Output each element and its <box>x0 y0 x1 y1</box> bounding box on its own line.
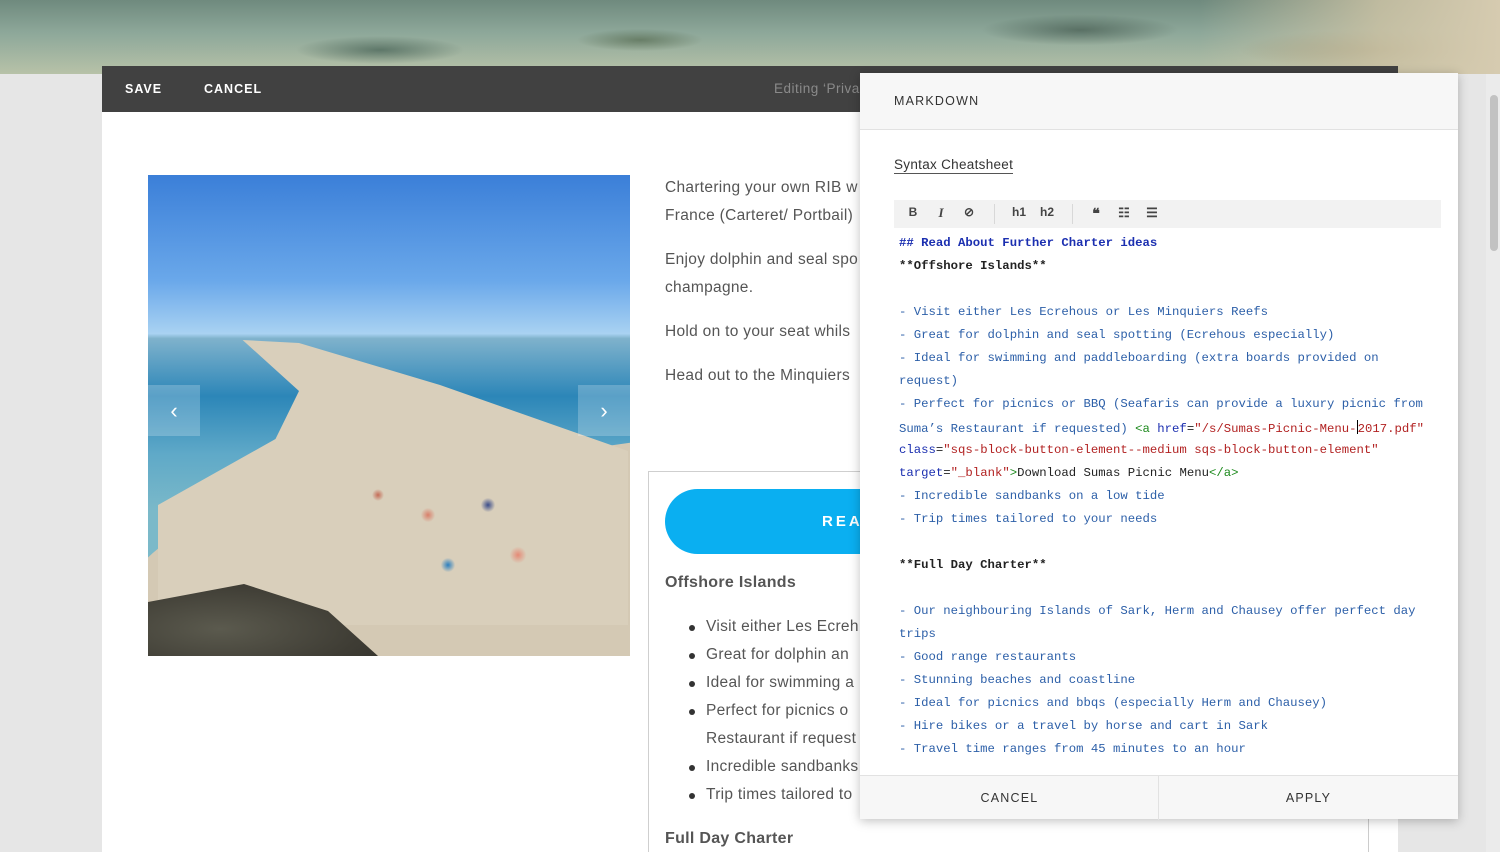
markdown-toolbar: B I ⊘ h1 h2 ❝ ☷ ☰ <box>894 200 1441 228</box>
gallery-image: ‹ › <box>148 175 630 656</box>
code-line: - Ideal for swimming and paddleboarding … <box>899 351 1379 365</box>
code-text: Suma’s Restaurant if requested) <box>899 422 1136 436</box>
read-more-button[interactable]: READ <box>665 489 860 554</box>
syntax-cheatsheet-link[interactable]: Syntax Cheatsheet <box>894 157 1014 174</box>
code-line: class="sqs-block-button-element--medium … <box>899 443 1379 457</box>
bold-button[interactable]: B <box>906 205 920 223</box>
code-line: ## Read About Further Charter ideas <box>899 236 1158 250</box>
bullet-dot <box>689 709 695 715</box>
header-banner-image <box>0 0 1500 74</box>
code-tag: </a> <box>1208 466 1239 480</box>
code-line: **Offshore Islands** <box>899 259 1047 273</box>
code-string: "sqs-block-button-element--medium sqs-bl… <box>943 443 1379 457</box>
apply-button[interactable]: APPLY <box>1159 776 1458 820</box>
code-line: - Perfect for picnics or BBQ (Seafaris c… <box>899 397 1423 411</box>
paragraph: Head out to the Minquiers <box>665 367 850 384</box>
scrollbar-thumb[interactable] <box>1490 95 1498 251</box>
numbered-list-icon[interactable]: ☰ <box>1144 205 1160 223</box>
code-line: - Hire bikes or a travel by horse and ca… <box>899 719 1268 733</box>
quote-icon[interactable]: ❝ <box>1088 205 1104 223</box>
gallery-next-button[interactable]: › <box>578 385 630 436</box>
paragraph: France (Carteret/ Portbail) <box>665 207 854 224</box>
section-title: Offshore Islands <box>665 574 797 591</box>
list-item: Great for dolphin an <box>706 646 850 663</box>
markdown-cancel-button[interactable]: CANCEL <box>860 776 1159 820</box>
code-attr: target <box>899 466 944 480</box>
list-item: Ideal for swimming a <box>706 674 855 691</box>
list-item: Incredible sandbanks <box>706 758 859 775</box>
toolbar-divider <box>994 204 995 224</box>
list-item-continued: Restaurant if request <box>706 730 857 747</box>
section-title: Full Day Charter <box>665 830 794 847</box>
code-tag: <a <box>1135 422 1158 436</box>
sunbathers <box>348 465 568 595</box>
save-button[interactable]: SAVE <box>125 82 162 96</box>
markdown-panel-footer: CANCEL APPLY <box>860 775 1458 820</box>
code-line: **Full Day Charter** <box>899 558 1047 572</box>
chevron-left-icon: ‹ <box>170 397 178 423</box>
code-line: - Ideal for picnics and bbqs (especially… <box>899 696 1328 710</box>
list-item: Visit either Les Ecreh <box>706 618 859 635</box>
code-line: Suma’s Restaurant if requested) <a href=… <box>899 420 1424 436</box>
banner-shore <box>1200 0 1500 74</box>
bullet-dot <box>689 653 695 659</box>
code-attr: class <box>899 443 936 457</box>
markdown-panel-title: MARKDOWN <box>894 94 980 108</box>
paragraph: Chartering your own RIB w <box>665 179 858 196</box>
list-item: Perfect for picnics o <box>706 702 849 719</box>
code-text: Download Sumas Picnic Menu <box>1017 466 1209 480</box>
code-string: "_blank" <box>950 466 1010 480</box>
markdown-textarea[interactable]: ## Read About Further Charter ideas **Of… <box>894 228 1441 773</box>
toolbar-divider <box>1072 204 1073 224</box>
code-line: target="_blank">Download Sumas Picnic Me… <box>899 466 1239 480</box>
code-string: 2017.pdf" <box>1357 422 1424 436</box>
code-line: - Stunning beaches and coastline <box>899 673 1136 687</box>
paragraph: champagne. <box>665 279 754 296</box>
italic-button[interactable]: I <box>934 205 948 223</box>
code-line: - Great for dolphin and seal spotting (E… <box>899 328 1335 342</box>
code-tag: > <box>1009 466 1018 480</box>
h1-button[interactable]: h1 <box>1010 205 1028 223</box>
code-line: - Travel time ranges from 45 minutes to … <box>899 742 1246 756</box>
code-line: - Incredible sandbanks on a low tide <box>899 489 1165 503</box>
code-line: - Our neighbouring Islands of Sark, Herm… <box>899 604 1416 618</box>
markdown-editor-panel: MARKDOWN Syntax Cheatsheet B I ⊘ h1 h2 ❝… <box>860 73 1458 820</box>
list-item: Trip times tailored to <box>706 786 853 803</box>
content-column: Chartering your own RIB w France (Carter… <box>648 170 860 852</box>
cancel-button[interactable]: CANCEL <box>204 82 262 96</box>
gallery-prev-button[interactable]: ‹ <box>148 385 200 436</box>
code-eq: = <box>943 466 951 480</box>
code-attr: href <box>1157 422 1187 436</box>
block-outline-right <box>1368 817 1369 852</box>
bullet-dot <box>689 793 695 799</box>
bullet-dot <box>689 765 695 771</box>
h2-button[interactable]: h2 <box>1038 205 1056 223</box>
paragraph: Enjoy dolphin and seal spo <box>665 251 859 268</box>
bullet-list-icon[interactable]: ☷ <box>1116 205 1132 223</box>
paragraph: Hold on to your seat whils <box>665 323 851 340</box>
code-line: trips <box>899 627 936 641</box>
code-line: - Trip times tailored to your needs <box>899 512 1158 526</box>
bullet-dot <box>689 625 695 631</box>
code-string: "/s/Sumas-Picnic-Menu- <box>1194 422 1357 436</box>
bullet-dot <box>689 681 695 687</box>
markdown-panel-header: MARKDOWN <box>860 73 1458 130</box>
chevron-right-icon: › <box>600 397 608 423</box>
code-line: - Visit either Les Ecrehous or Les Minqu… <box>899 305 1268 319</box>
code-line: request) <box>899 374 959 388</box>
link-icon[interactable]: ⊘ <box>961 205 977 223</box>
code-line: - Good range restaurants <box>899 650 1077 664</box>
